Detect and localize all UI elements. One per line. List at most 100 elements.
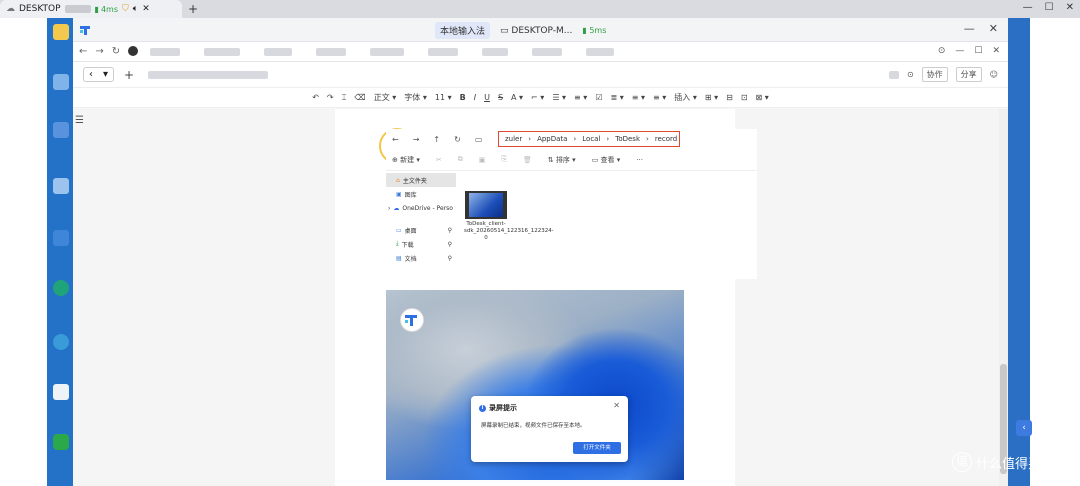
undo-icon[interactable]: ↶ — [312, 93, 319, 102]
monitor-icon: ▭ — [474, 134, 483, 144]
maximize-button[interactable]: ☐ — [1045, 2, 1054, 13]
todesk-logo-icon — [80, 26, 90, 35]
chevron-right-icon: › — [528, 135, 532, 143]
target-icon[interactable]: ⊙ — [907, 70, 914, 79]
collab-button[interactable]: 协作 — [921, 67, 948, 82]
reload-icon[interactable]: ↻ — [112, 46, 120, 57]
ordered-list-select[interactable]: ☰ ▾ — [552, 93, 566, 102]
view-button: ▭ 查看 ▾ — [591, 155, 621, 164]
text-color-select[interactable]: A ▾ — [511, 93, 523, 102]
indent-select[interactable]: ≡ ▾ — [632, 93, 645, 102]
align-select[interactable]: ≣ ▾ — [610, 93, 623, 102]
todesk-minimize-button[interactable]: — — [964, 22, 975, 35]
explorer-toolbar: ⊕ 新建 ▾ ✂ ⧉ ▣ ⎘ 🗑︎ ⇅ 排序 ▾ ▭ 查看 ▾ ··· — [386, 149, 757, 171]
sidebar-item-home: ⌂ 主文件夹 — [386, 173, 456, 187]
blurred-item — [370, 47, 405, 56]
video-thumbnail — [465, 191, 507, 219]
more-button: ··· — [636, 155, 643, 164]
desktop-icon-column — [47, 18, 73, 486]
back-icon[interactable]: ← — [79, 46, 87, 57]
close-tab-icon[interactable]: ✕ — [142, 4, 150, 14]
add-button[interactable]: + — [124, 68, 134, 82]
shield-icon: ⛉ — [122, 4, 129, 14]
checklist-button[interactable]: ☑ — [595, 93, 602, 102]
share-button[interactable]: 分享 — [955, 67, 982, 82]
desktop-right-stripe — [1008, 18, 1030, 486]
clear-format-icon[interactable]: ⌫ — [354, 93, 365, 102]
table-select[interactable]: ⊞ ▾ — [705, 93, 718, 102]
up-icon: ↑ — [433, 134, 441, 144]
italic-button[interactable]: I — [474, 93, 476, 102]
font-family-select[interactable]: 字体 ▾ — [404, 92, 427, 103]
underline-button[interactable]: U — [484, 93, 490, 102]
unordered-list-select[interactable]: ≡ ▾ — [574, 93, 587, 102]
remote-desktop-name[interactable]: ▭ DESKTOP-M... — [500, 26, 572, 36]
insert-select[interactable]: 插入 ▾ — [674, 92, 697, 103]
blurred-item — [586, 47, 615, 56]
chevron-left-icon[interactable]: ‹ — [84, 68, 98, 81]
speaker-icon[interactable]: 🔈︎ — [133, 4, 138, 14]
inner-close-button[interactable]: ✕ — [992, 46, 1000, 56]
signal-icon: ▮ — [582, 26, 587, 35]
browser-tab[interactable]: ☁ DESKTOP ▮ 4ms ⛉ 🔈︎ ✕ — [0, 0, 182, 18]
cloud-icon: ☁ — [393, 204, 400, 212]
file-icon[interactable] — [53, 384, 69, 400]
chevron-down-icon[interactable]: ▾ — [98, 68, 113, 81]
file-name: ToDesk_client-sdk_20260514_122316_122324… — [464, 221, 554, 242]
new-button: ⊕ 新建 ▾ — [392, 155, 420, 164]
smile-icon[interactable]: ☺ — [990, 70, 998, 79]
app-icon[interactable] — [53, 334, 69, 350]
font-size-select[interactable]: 11 ▾ — [435, 93, 452, 102]
image-icon[interactable]: ⊟ — [726, 93, 733, 102]
media-player-icon[interactable] — [53, 434, 69, 450]
sort-button: ⇅ 排序 ▾ — [547, 155, 576, 164]
line-height-select[interactable]: ≡ ▾ — [653, 93, 666, 102]
side-collapse-tab[interactable]: ‹ — [1016, 420, 1032, 436]
watermark-badge: 值 — [952, 452, 972, 472]
recycle-bin-icon[interactable] — [53, 178, 69, 194]
comment-icon[interactable]: ⊡ — [741, 93, 748, 102]
redo-icon[interactable]: ↷ — [327, 93, 334, 102]
pin-icon: ⚲ — [447, 240, 452, 248]
video-file-item: ToDesk_client-sdk_20260514_122316_122324… — [464, 191, 554, 242]
cut-icon: ✂ — [435, 155, 442, 164]
format-painter-icon[interactable]: ⌶ — [342, 93, 347, 103]
cloud-icon: ☁ — [6, 4, 15, 14]
inner-maximize-button[interactable]: ☐ — [974, 46, 982, 56]
ime-toggle[interactable]: 本地输入法 — [435, 22, 491, 39]
todesk-titlebar: 本地输入法 ▭ DESKTOP-M... ▮ 5ms — ✕ — [73, 18, 1008, 42]
close-button[interactable]: ✕ — [1066, 2, 1074, 13]
pc-icon[interactable] — [53, 74, 69, 90]
dialog-title: i 录屏提示 — [479, 403, 517, 413]
highlight-select[interactable]: ⌐ ▾ — [531, 93, 544, 102]
open-folder-button: 打开文件夹 — [573, 442, 621, 454]
inner-minimize-button[interactable]: — — [955, 46, 964, 56]
explorer-address-bar: ← → ↑ ↻ ▭ zuler › AppData › Local › ToDesk ›… — [386, 129, 757, 149]
document-toolbar: ‹ ▾ + ⊙ 协作 分享 ☺ — [73, 62, 1008, 88]
path-segment: record — [654, 135, 678, 143]
new-tab-button[interactable]: + — [188, 2, 198, 16]
folder-icon[interactable] — [53, 24, 69, 40]
menu-circle-icon[interactable]: ⊙ — [938, 46, 946, 56]
more-select[interactable]: ⊠ ▾ — [756, 93, 769, 102]
forward-icon[interactable]: → — [95, 46, 103, 57]
minimize-button[interactable]: — — [1023, 2, 1033, 13]
edge-icon[interactable] — [53, 280, 69, 296]
blurred-item — [204, 47, 241, 56]
sidebar-item-onedrive: › ☁ OneDrive - Perso — [388, 204, 453, 212]
strikethrough-button[interactable]: S — [498, 93, 503, 102]
refresh-icon: ↻ — [454, 134, 461, 144]
control-panel-icon[interactable] — [53, 230, 69, 246]
signal-icon: ▮ — [94, 4, 99, 14]
tab-ping: ▮ 4ms — [94, 4, 119, 14]
todesk-close-button[interactable]: ✕ — [989, 22, 998, 35]
paragraph-style-select[interactable]: 正文 ▾ — [374, 92, 397, 103]
nav-back-group[interactable]: ‹ ▾ — [83, 67, 115, 82]
bold-button[interactable]: B — [460, 93, 466, 102]
network-icon[interactable] — [53, 122, 69, 138]
outline-menu-icon[interactable]: ☰ — [75, 115, 84, 126]
chevron-right-icon: › — [573, 135, 577, 143]
vertical-scrollbar[interactable] — [999, 109, 1008, 486]
copy-icon: ⧉ — [457, 155, 463, 163]
